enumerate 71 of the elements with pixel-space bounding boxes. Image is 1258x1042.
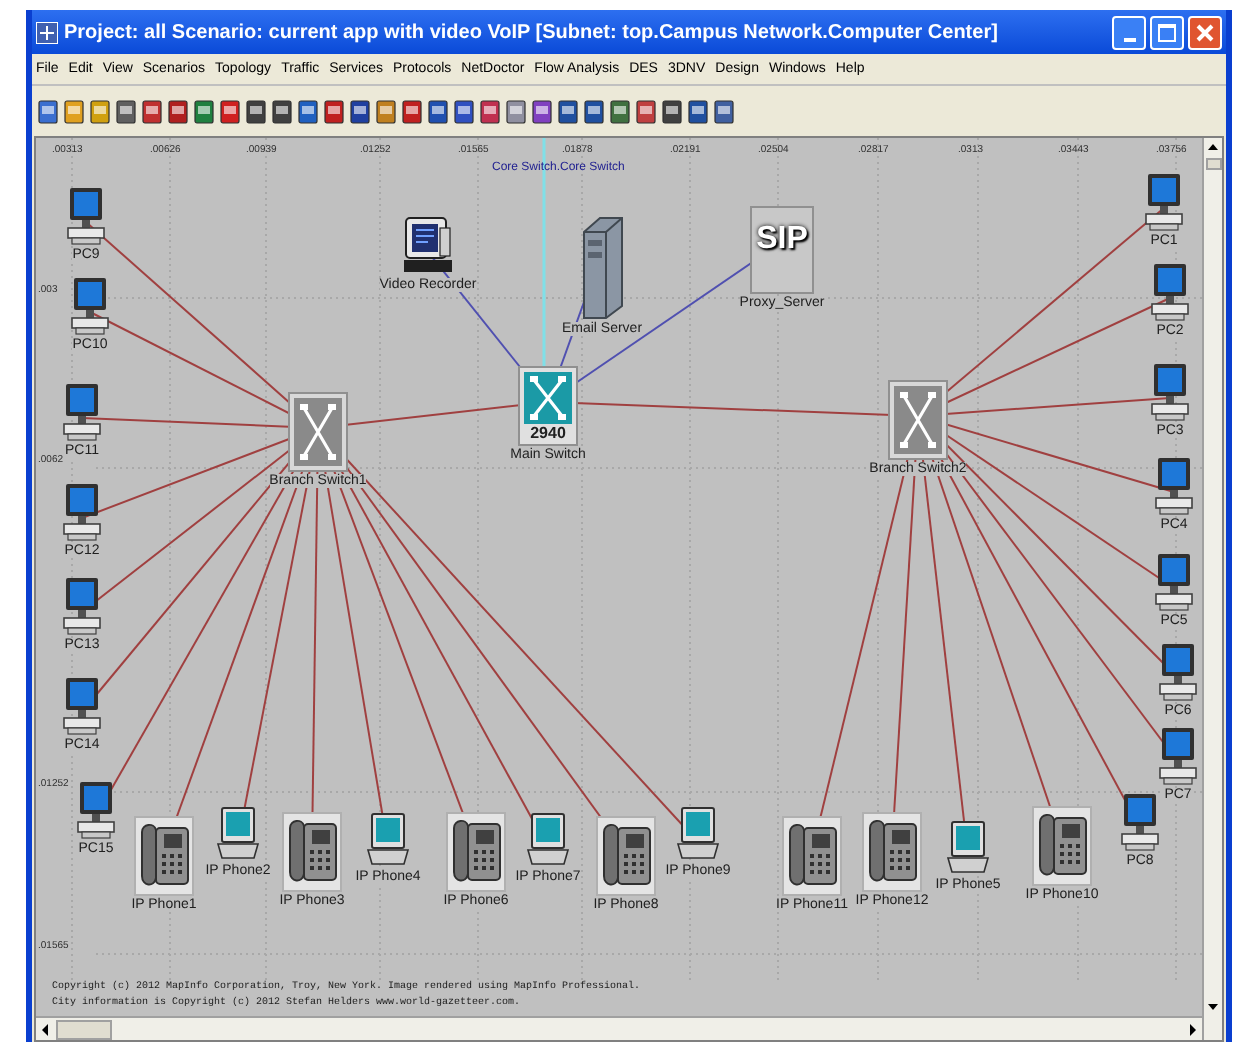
- server-tower-icon: [580, 216, 624, 320]
- horizontal-scrollbar[interactable]: [36, 1016, 1202, 1040]
- desktop-computer-icon: [62, 482, 102, 542]
- vertical-scrollbar[interactable]: [1202, 138, 1222, 1040]
- sip-server-icon: SIP: [750, 206, 814, 294]
- minimize-icon: [1123, 37, 1135, 41]
- desk-phone-icon: [1032, 806, 1092, 886]
- desktop-computer-icon: [1154, 552, 1194, 612]
- minimize-button[interactable]: [1112, 15, 1146, 49]
- toolbar-button-icon[interactable]: [90, 99, 110, 123]
- desktop-computer-icon: [76, 780, 116, 840]
- laptop-icon: [216, 806, 260, 862]
- maximize-icon: [1158, 23, 1176, 41]
- toolbar-button-icon[interactable]: [506, 99, 526, 123]
- toolbar-button-icon[interactable]: [402, 99, 422, 123]
- switch-icon: [518, 366, 578, 446]
- toolbar-button-icon[interactable]: [350, 99, 370, 123]
- toolbar-button-icon[interactable]: [194, 99, 214, 123]
- desktop-computer-icon: [62, 576, 102, 636]
- laptop-icon: [946, 820, 990, 876]
- desktop-computer-icon: [70, 276, 110, 336]
- desk-phone-icon: [446, 812, 506, 892]
- switch-icon: [888, 380, 948, 460]
- toolbar-button-icon[interactable]: [714, 99, 734, 123]
- desk-phone-icon: [596, 816, 656, 896]
- toolbar-button-icon[interactable]: [38, 99, 58, 123]
- desktop-computer-icon: [1150, 362, 1190, 422]
- toolbar-button-icon[interactable]: [610, 99, 630, 123]
- desk-phone-icon: [282, 812, 342, 892]
- toolbar-button-icon[interactable]: [272, 99, 292, 123]
- close-icon: [1196, 23, 1214, 41]
- toolbar-button-icon[interactable]: [324, 99, 344, 123]
- desktop-computer-icon: [1120, 792, 1160, 852]
- desk-phone-icon: [782, 816, 842, 896]
- toolbar-button-icon[interactable]: [454, 99, 474, 123]
- toolbar-button-icon[interactable]: [376, 99, 396, 123]
- desktop-computer-icon: [62, 382, 102, 442]
- app-icon: [36, 21, 58, 43]
- toolbar-button-icon[interactable]: [64, 99, 84, 123]
- toolbar-button-icon[interactable]: [532, 99, 552, 123]
- toolbar-button-icon[interactable]: [688, 99, 708, 123]
- maximize-button[interactable]: [1150, 15, 1184, 49]
- desk-phone-icon: [134, 816, 194, 896]
- toolbar-button-icon[interactable]: [480, 99, 500, 123]
- desktop-computer-icon: [62, 676, 102, 736]
- scrollbar-thumb[interactable]: [56, 1019, 112, 1039]
- toolbar-button-icon[interactable]: [220, 99, 240, 123]
- desktop-computer-icon: [1150, 262, 1190, 322]
- toolbar-button-icon[interactable]: [558, 99, 578, 123]
- desktop-computer-icon: [1144, 172, 1184, 232]
- window-title: Project: all Scenario: current app with video VoIP [Subnet: top.Campus Network.Computer Center]: [64, 19, 998, 47]
- scrollbar-thumb[interactable]: [1205, 158, 1221, 170]
- toolbar-button-icon[interactable]: [142, 99, 162, 123]
- toolbar-button-icon[interactable]: [116, 99, 136, 123]
- switch-icon: [288, 392, 348, 472]
- toolbar-button-icon[interactable]: [662, 99, 682, 123]
- laptop-icon: [526, 812, 570, 868]
- toolbar-button-icon[interactable]: [298, 99, 318, 123]
- toolbar-button-icon[interactable]: [246, 99, 266, 123]
- desk-phone-icon: [862, 812, 922, 892]
- toolbar-button-icon[interactable]: [636, 99, 656, 123]
- toolbar-button-icon[interactable]: [168, 99, 188, 123]
- close-button[interactable]: [1188, 15, 1222, 49]
- toolbar-button-icon[interactable]: [428, 99, 448, 123]
- laptop-icon: [676, 806, 720, 862]
- desktop-computer-icon: [1154, 456, 1194, 516]
- toolbar-button-icon[interactable]: [584, 99, 604, 123]
- laptop-icon: [366, 812, 410, 868]
- model-number: 2940: [530, 426, 566, 442]
- monitor-icon: [402, 216, 454, 276]
- desktop-computer-icon: [66, 186, 106, 246]
